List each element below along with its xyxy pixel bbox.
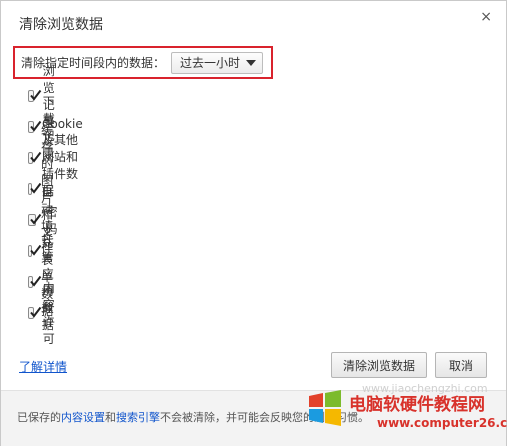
checkbox[interactable] [28, 151, 42, 164]
checkbox[interactable] [28, 182, 42, 195]
checkbox[interactable] [28, 213, 42, 226]
checkmark-icon [30, 89, 42, 101]
footer-prefix: 已保存的 [17, 411, 61, 424]
learn-more-link[interactable]: 了解详情 [19, 358, 67, 375]
checkmark-icon [30, 306, 42, 318]
watermark: www.jiaochengzhi.com 电脑软硬件教程网 www.comput… [307, 382, 507, 434]
option-content-licenses[interactable]: 内容许可 [28, 281, 61, 346]
time-range-select[interactable]: 过去一小时 [171, 51, 264, 74]
clear-browsing-data-button[interactable]: 清除浏览数据 [331, 352, 427, 378]
footer-mid: 和 [105, 411, 116, 424]
checkbox[interactable] [28, 275, 42, 288]
search-engines-link[interactable]: 搜索引擎 [116, 411, 160, 424]
checkmark-icon [30, 275, 42, 287]
checkbox[interactable] [28, 244, 42, 257]
windows-logo-icon [309, 390, 341, 426]
checkbox[interactable] [28, 89, 42, 102]
close-icon[interactable]: × [480, 9, 492, 25]
checkbox[interactable] [28, 306, 42, 319]
watermark-url: www.computer26.com [377, 416, 507, 430]
time-range-selected-value: 过去一小时 [180, 56, 241, 70]
option-label: 内容许可 [42, 281, 55, 346]
dialog-title: 清除浏览数据 [19, 17, 103, 33]
dropdown-caret-icon [246, 59, 257, 66]
clear-browsing-data-dialog: 清除浏览数据 × 清除指定时间段内的数据： 过去一小时 浏览记录 下载记录 Co… [0, 0, 507, 446]
cancel-button[interactable]: 取消 [435, 352, 487, 378]
checkbox[interactable] [28, 120, 42, 133]
content-settings-link[interactable]: 内容设置 [61, 411, 105, 424]
watermark-title: 电脑软硬件教程网 [349, 395, 485, 415]
